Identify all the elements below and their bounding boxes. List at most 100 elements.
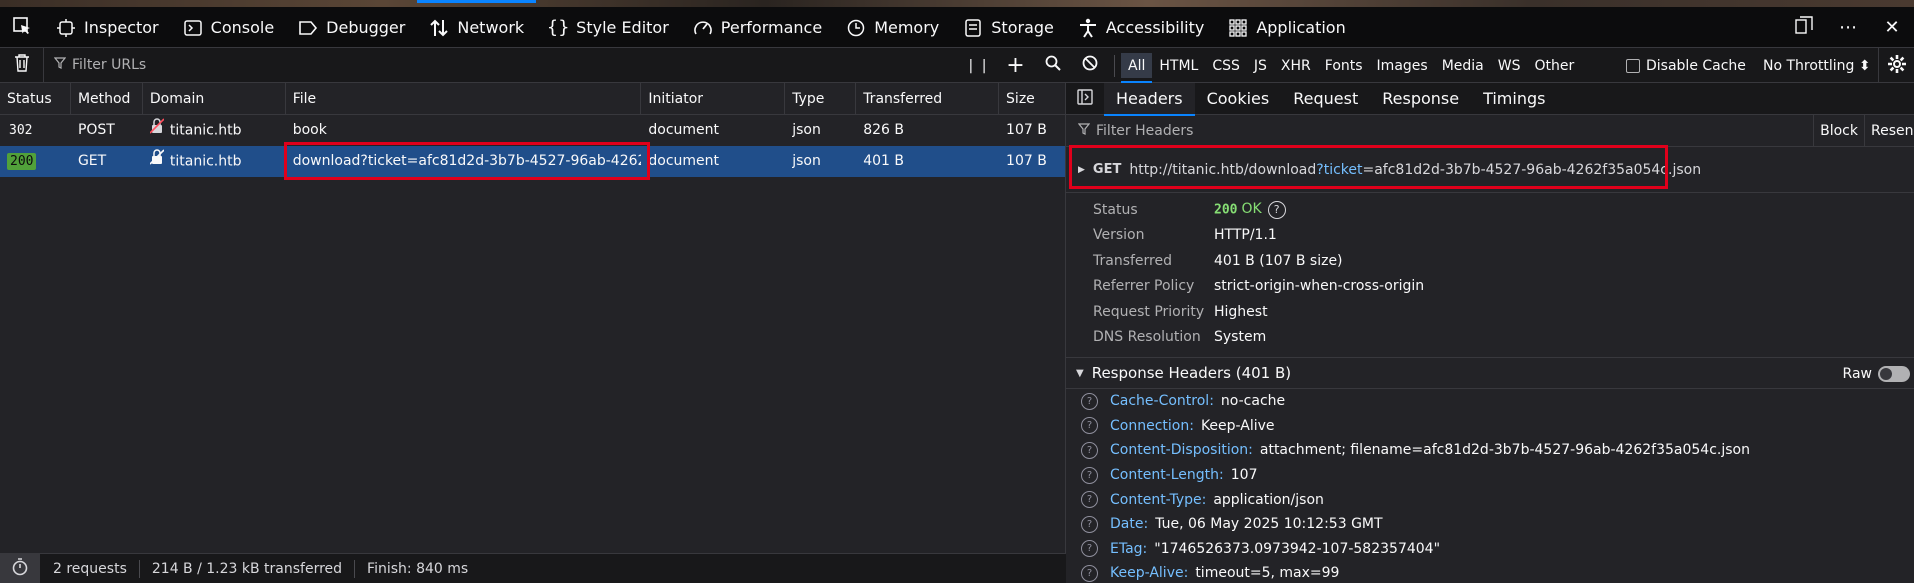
column-header-initiator[interactable]: Initiator xyxy=(641,83,786,115)
search-button[interactable] xyxy=(1034,48,1071,83)
tab-accessibility[interactable]: Accessibility xyxy=(1066,7,1216,48)
pick-element-icon xyxy=(12,16,32,40)
performance-analysis-button[interactable] xyxy=(0,553,40,583)
raw-toggle[interactable]: Raw xyxy=(1843,358,1910,390)
help-icon[interactable]: ? xyxy=(1267,200,1286,219)
tab-console[interactable]: Console xyxy=(171,7,287,48)
summary-key: Referrer Policy xyxy=(1093,278,1195,295)
summary-value: System xyxy=(1214,329,1267,346)
disable-cache-label: Disable Cache xyxy=(1646,57,1746,74)
column-header-status[interactable]: Status xyxy=(0,83,71,115)
tab-inspector[interactable]: Inspector xyxy=(44,7,171,48)
tab-network[interactable]: Network xyxy=(417,0,536,48)
filter-urls-input[interactable] xyxy=(72,57,672,73)
help-icon[interactable]: ? xyxy=(1081,564,1098,582)
details-tabs: Headers Cookies Request Response Timings xyxy=(1066,82,1914,116)
type-filter-html[interactable]: HTML xyxy=(1152,53,1205,78)
header-row: ? Cache-Control: no-cache xyxy=(1066,389,1914,414)
column-header-domain[interactable]: Domain xyxy=(143,83,286,115)
help-icon[interactable]: ? xyxy=(1081,417,1098,435)
column-header-method[interactable]: Method xyxy=(71,83,143,115)
header-row: ? Content-Length: 107 xyxy=(1066,463,1914,488)
expand-triangle-icon: ▶ xyxy=(1078,164,1085,175)
status-code: 302 xyxy=(9,123,33,138)
header-row: ? ETag: "1746526373.0973942-107-582357404" xyxy=(1066,537,1914,562)
tab-cookies[interactable]: Cookies xyxy=(1195,83,1282,115)
type-filter-images[interactable]: Images xyxy=(1370,53,1435,78)
domain-text: titanic.htb xyxy=(169,122,242,139)
debugger-icon xyxy=(298,18,318,38)
tab-response[interactable]: Response xyxy=(1370,83,1471,115)
column-header-transferred[interactable]: Transferred xyxy=(856,83,1000,115)
tab-storage[interactable]: Storage xyxy=(951,7,1066,48)
type-filter-all[interactable]: All xyxy=(1121,53,1153,83)
type-filter-js[interactable]: JS xyxy=(1247,53,1274,78)
disable-cache-checkbox[interactable]: Disable Cache xyxy=(1626,48,1746,83)
help-icon[interactable]: ? xyxy=(1081,441,1098,459)
help-icon[interactable]: ? xyxy=(1081,392,1098,410)
tab-headers[interactable]: Headers xyxy=(1104,82,1195,116)
new-request-button[interactable]: + xyxy=(997,48,1034,83)
tab-application[interactable]: Application xyxy=(1216,7,1357,48)
table-row[interactable]: 200 GET titanic.htb download?ticket=afc8… xyxy=(0,146,1065,177)
tab-label: Debugger xyxy=(326,18,406,37)
status-code: 200 xyxy=(7,153,37,170)
header-value: application/json xyxy=(1213,491,1324,508)
filter-headers: Filter Headers Block Resend xyxy=(1066,115,1914,147)
response-headers-section[interactable]: ▼ Response Headers (401 B) Raw xyxy=(1066,357,1914,389)
tab-debugger[interactable]: Debugger xyxy=(286,7,417,48)
toggle-panel-button[interactable] xyxy=(1066,83,1104,115)
help-icon[interactable]: ? xyxy=(1081,540,1098,558)
tab-request[interactable]: Request xyxy=(1281,83,1370,115)
tab-timings[interactable]: Timings xyxy=(1471,83,1557,115)
header-name: ETag: xyxy=(1110,540,1148,557)
pause-icon: | | xyxy=(968,57,989,74)
request-list: Status Method Domain File Initiator Type… xyxy=(0,83,1066,553)
more-options-button[interactable]: ⋯ xyxy=(1826,7,1870,48)
network-settings-button[interactable] xyxy=(1878,48,1914,83)
help-icon[interactable]: ? xyxy=(1081,491,1098,509)
dock-side-button[interactable] xyxy=(1782,7,1826,48)
type-cell: json xyxy=(792,153,821,169)
help-icon[interactable]: ? xyxy=(1081,515,1098,533)
column-header-type[interactable]: Type xyxy=(785,83,857,115)
type-filter-xhr[interactable]: XHR xyxy=(1274,53,1318,78)
dock-icon xyxy=(1795,16,1813,39)
block-requests-button[interactable] xyxy=(1071,48,1108,83)
throttling-select[interactable]: No Throttling ⬍ xyxy=(1763,48,1871,83)
divider xyxy=(1114,54,1115,77)
filter-headers-input[interactable]: Filter Headers xyxy=(1096,123,1193,139)
tab-label: Accessibility xyxy=(1105,18,1205,37)
type-cell: json xyxy=(792,122,821,138)
tab-performance[interactable]: Performance xyxy=(681,7,834,48)
block-button[interactable]: Block xyxy=(1813,115,1864,147)
throttling-label: No Throttling ⬍ xyxy=(1763,57,1871,74)
type-filter-media[interactable]: Media xyxy=(1435,53,1491,78)
inspector-icon xyxy=(56,18,76,38)
summary-value: Highest xyxy=(1214,303,1268,320)
column-header-file[interactable]: File xyxy=(286,83,642,115)
finish-time: Finish: 840 ms xyxy=(367,560,469,577)
tab-style-editor[interactable]: {} Style Editor xyxy=(536,7,681,48)
clear-requests-button[interactable] xyxy=(0,47,44,83)
size-cell: 107 B xyxy=(1006,122,1047,138)
header-value: timeout=5, max=99 xyxy=(1195,565,1340,582)
type-filter-css[interactable]: CSS xyxy=(1205,53,1247,78)
pause-button[interactable]: | | xyxy=(960,48,997,83)
tab-memory[interactable]: Memory xyxy=(834,7,951,48)
status-code: 200 xyxy=(1214,202,1238,218)
type-filter-other[interactable]: Other xyxy=(1527,53,1581,78)
close-devtools-button[interactable]: ✕ xyxy=(1870,7,1914,48)
transferred-cell: 826 B xyxy=(863,122,904,138)
request-url-row[interactable]: ▶ GET http://titanic.htb/download?ticket… xyxy=(1066,147,1914,193)
table-row[interactable]: 302 POST titanic.htb book document json … xyxy=(0,115,1065,146)
column-header-size[interactable]: Size xyxy=(999,83,1065,115)
help-icon[interactable]: ? xyxy=(1081,466,1098,484)
type-filter-fonts[interactable]: Fonts xyxy=(1318,53,1370,78)
type-filter-ws[interactable]: WS xyxy=(1491,53,1528,78)
resend-button[interactable]: Resend xyxy=(1864,115,1914,147)
url-base: http://titanic.htb/download xyxy=(1129,161,1317,178)
gear-icon xyxy=(1887,54,1907,78)
element-picker-button[interactable] xyxy=(0,7,44,48)
accessibility-icon xyxy=(1078,18,1098,38)
